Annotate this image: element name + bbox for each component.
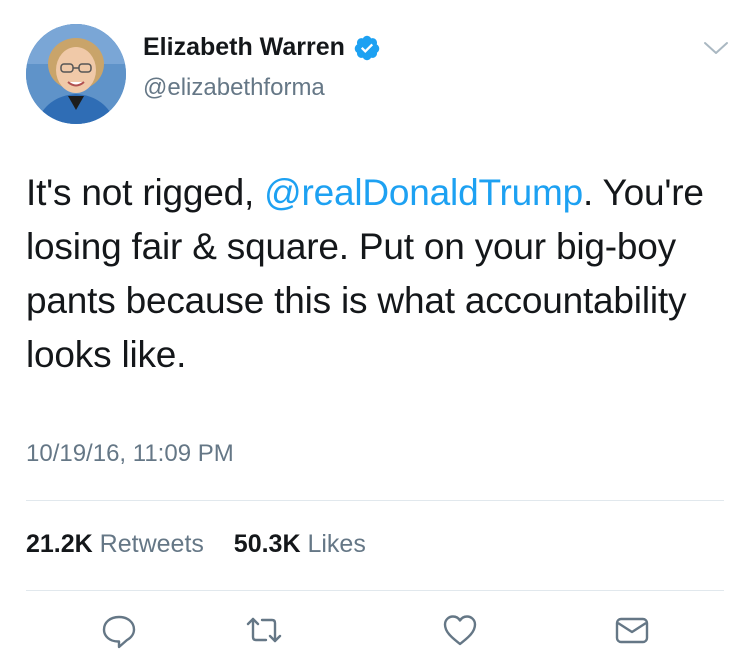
chevron-down-icon[interactable] <box>702 38 730 58</box>
likes-label: Likes <box>307 530 366 558</box>
verified-badge-icon <box>353 34 381 62</box>
divider <box>26 590 724 591</box>
retweets-label: Retweets <box>99 530 204 558</box>
retweets-stat[interactable]: 21.2K Retweets <box>26 530 211 558</box>
likes-stat[interactable]: 50.3K Likes <box>234 530 366 558</box>
tweet-stats: 21.2K Retweets 50.3K Likes <box>26 530 366 559</box>
tweet-text-intro: It's not rigged, <box>26 172 265 213</box>
avatar-image <box>26 24 126 124</box>
reply-icon <box>102 615 136 649</box>
tweet-text: It's not rigged, @realDonaldTrump. You'r… <box>26 166 726 382</box>
reply-button[interactable] <box>99 610 139 650</box>
like-button[interactable] <box>440 610 480 650</box>
retweet-button[interactable] <box>244 610 284 650</box>
divider <box>26 500 724 501</box>
heart-icon <box>443 615 477 646</box>
author-name-text[interactable]: Elizabeth Warren <box>143 33 345 62</box>
tweet-text-period: . <box>582 172 594 213</box>
avatar[interactable] <box>26 24 126 124</box>
timestamp[interactable]: 10/19/16, 11:09 PM <box>26 440 234 468</box>
envelope-icon <box>615 617 649 644</box>
retweets-count: 21.2K <box>26 530 93 558</box>
retweet-icon <box>246 617 282 643</box>
likes-count: 50.3K <box>233 530 301 558</box>
mention-link[interactable]: @realDonaldTrump <box>264 172 583 213</box>
direct-message-button[interactable] <box>612 610 652 650</box>
author-name[interactable]: Elizabeth Warren <box>143 33 381 62</box>
author-handle[interactable]: @elizabethforma <box>143 74 325 102</box>
